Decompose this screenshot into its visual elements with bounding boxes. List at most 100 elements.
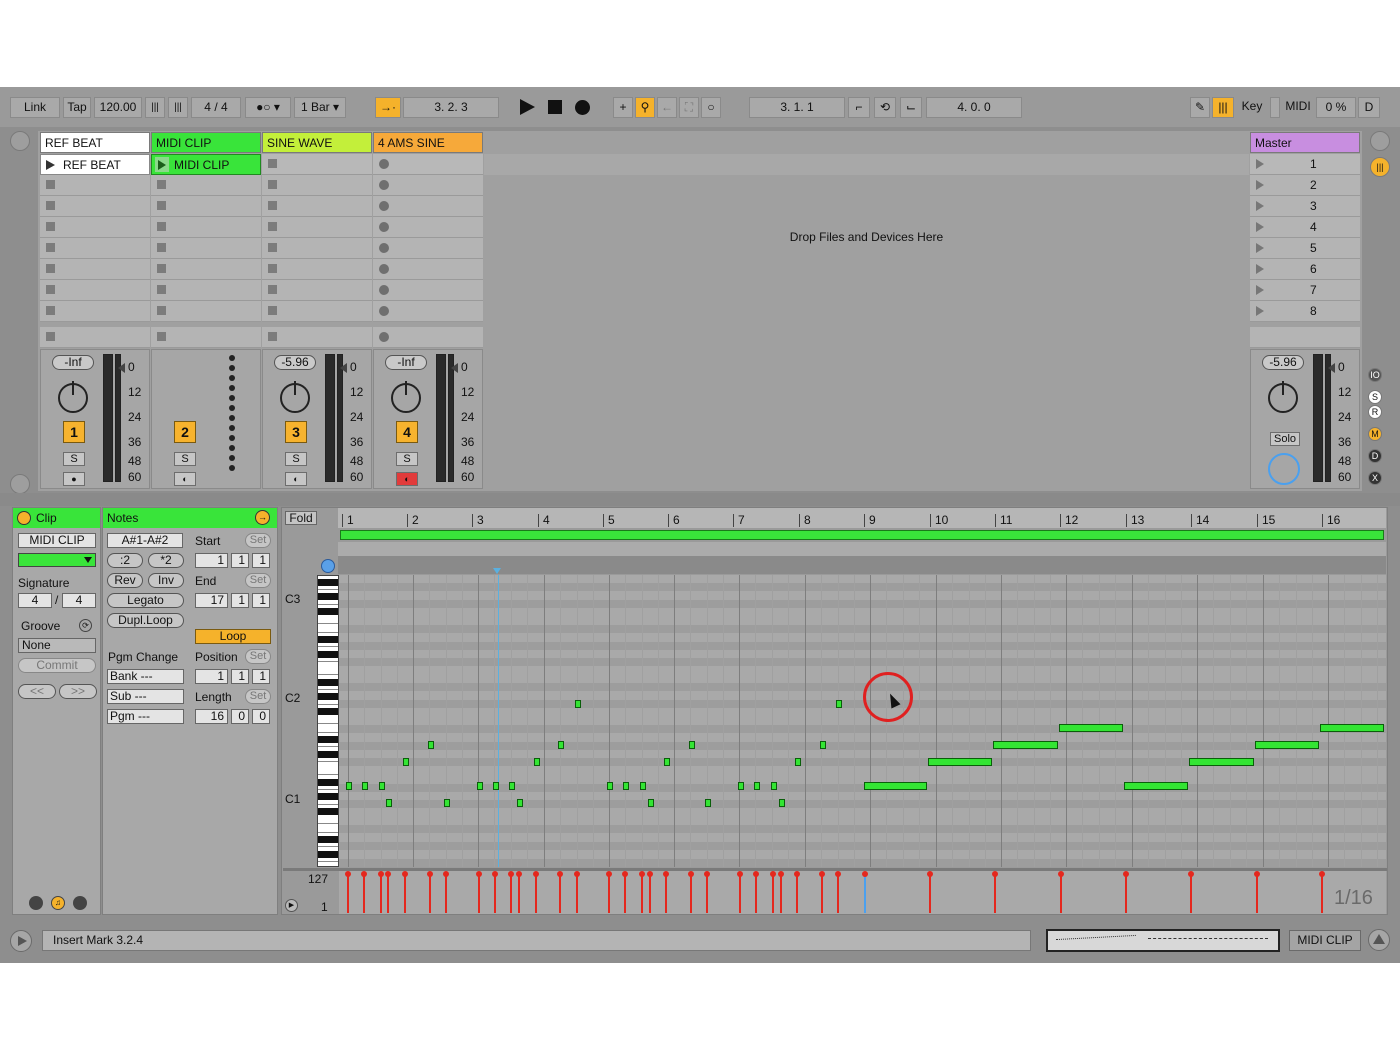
midi-note[interactable] [477,782,483,790]
velocity-marker[interactable] [533,871,539,913]
velocity-marker-selected[interactable] [862,871,868,913]
velocity-marker[interactable] [835,871,841,913]
key-map-button[interactable]: Key [1236,97,1268,118]
nudge-back-button[interactable]: << [18,684,56,699]
black-key[interactable] [318,636,338,643]
record-arm-slot-icon[interactable] [379,285,389,295]
clip-slot[interactable] [40,238,150,259]
black-key[interactable] [318,693,338,700]
stop-slot-icon[interactable] [46,201,55,210]
back-to-arrangement-icon[interactable]: ← [657,97,677,118]
solo-button[interactable]: S [396,452,418,466]
legato-button[interactable]: Legato [107,593,184,608]
computer-midi-keyboard-icon[interactable]: ||| [1212,97,1234,118]
beat-time-ruler[interactable] [338,508,1386,528]
midi-note-long[interactable] [1059,724,1123,732]
stop-slot-icon[interactable] [157,306,166,315]
mixer-toggle-icon[interactable]: M [1368,427,1382,441]
solo-cue-button[interactable]: Solo [1270,432,1300,446]
quantization-menu[interactable]: 1 Bar ▾ [294,97,346,118]
record-arm-slot-icon[interactable] [379,264,389,274]
velocity-marker[interactable] [345,871,351,913]
clip-slot[interactable] [373,238,483,259]
midi-note-long[interactable] [1124,782,1188,790]
black-key[interactable] [318,808,338,815]
scene-launch-5[interactable]: 5 [1250,238,1360,259]
stop-clips-icon[interactable] [268,332,277,341]
clip-slot[interactable] [151,238,261,259]
stop-slot-icon[interactable] [157,285,166,294]
pan-knob[interactable] [1268,381,1298,413]
capture-icon[interactable]: ⛶ [679,97,699,118]
velocity-marker[interactable] [622,871,628,913]
clip-name-field[interactable]: MIDI CLIP [18,533,96,548]
clip-slot[interactable] [151,301,261,322]
groove-hot-swap-icon[interactable]: ⟳ [79,619,92,632]
note-range-field[interactable]: A#1-A#2 [107,533,183,548]
clip-stop-button[interactable] [262,327,372,348]
velocity-marker[interactable] [606,871,612,913]
scene-launch-2[interactable]: 2 [1250,175,1360,196]
monitor-icon[interactable]: ◐ [174,472,196,486]
midi-note[interactable] [386,799,392,807]
velocity-marker[interactable] [663,871,669,913]
velocity-marker[interactable] [753,871,759,913]
solo-button[interactable]: S [174,452,196,466]
returns-icon[interactable]: R [1368,405,1382,419]
clip-stop-button[interactable] [373,327,483,348]
groove-chooser[interactable]: None [18,638,96,653]
stop-slot-icon[interactable] [46,264,55,273]
commit-button[interactable]: Commit [18,658,96,673]
velocity-marker[interactable] [516,871,522,913]
end-set-button[interactable]: Set [245,573,271,588]
midi-note[interactable] [836,700,842,708]
pan-knob[interactable] [58,381,88,413]
midi-note-long[interactable] [1320,724,1384,732]
clip-slot[interactable] [262,217,372,238]
clip-slot[interactable] [40,259,150,280]
track-header-midi-clip[interactable]: MIDI CLIP [151,132,261,153]
preview-headphones-icon[interactable] [321,559,335,573]
velocity-marker[interactable] [992,871,998,913]
volume-field[interactable]: -5.96 [274,355,316,370]
midi-note[interactable] [754,782,760,790]
signature-numerator[interactable]: 4 [18,593,52,608]
black-key[interactable] [318,751,338,758]
fold-button[interactable]: Fold [285,511,317,525]
arrangement-position[interactable]: 3. 2. 3 [403,97,499,118]
clip-slot[interactable] [151,196,261,217]
envelopes-box-icon[interactable] [73,896,87,910]
draw-mode-icon[interactable]: ✎ [1190,97,1210,118]
scene-launch-icon[interactable] [1256,159,1264,169]
track-activator-2[interactable]: 2 [174,421,196,443]
velocity-marker[interactable] [443,871,449,913]
midi-note[interactable] [362,782,368,790]
io-icon[interactable]: IO [1368,368,1382,382]
stop-slot-icon[interactable] [157,180,166,189]
velocity-lane[interactable] [339,871,1386,914]
stop-slot-icon[interactable] [157,264,166,273]
black-key[interactable] [318,708,338,715]
clip-slot[interactable] [373,280,483,301]
clip-stop-button[interactable] [40,327,150,348]
position-set-button[interactable]: Set [245,649,271,664]
velocity-marker[interactable] [427,871,433,913]
stop-slot-icon[interactable] [46,180,55,189]
scene-launch-3[interactable]: 3 [1250,196,1360,217]
automation-arm-icon[interactable]: ⚲ [635,97,655,118]
track-activator-3[interactable]: 3 [285,421,307,443]
start-sixteenth[interactable]: 1 [252,553,270,568]
velocity-marker[interactable] [1254,871,1260,913]
status-clip-name[interactable]: MIDI CLIP [1289,930,1361,951]
loop-length-field[interactable]: 4. 0. 0 [926,97,1022,118]
arrow-right-icon[interactable]: → [255,510,270,525]
velocity-marker[interactable] [778,871,784,913]
pan-knob[interactable] [391,381,421,413]
velocity-marker[interactable] [361,871,367,913]
monitor-icon[interactable]: ● [63,472,85,486]
overview-toggle-icon[interactable] [10,474,30,494]
clip-slot[interactable] [262,196,372,217]
note-grid[interactable] [339,575,1386,867]
clip-slot[interactable] [373,301,483,322]
stop-clips-icon[interactable] [379,332,389,342]
